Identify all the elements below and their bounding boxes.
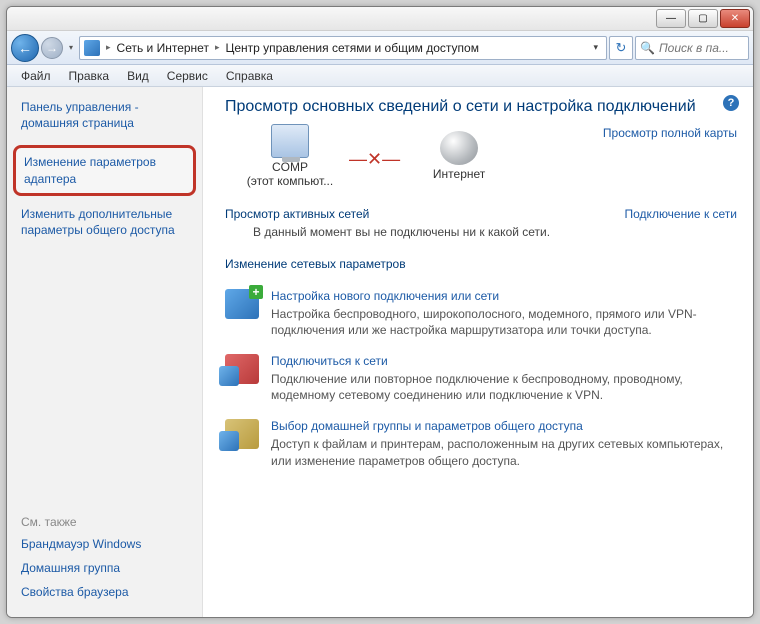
map-node-internet[interactable]: Интернет xyxy=(414,131,504,181)
refresh-button[interactable]: ↻ xyxy=(609,36,633,60)
breadcrumb-network[interactable]: Сеть и Интернет xyxy=(117,41,209,55)
see-also-browser-props[interactable]: Свойства браузера xyxy=(21,585,194,599)
page-title: Просмотр основных сведений о сети и наст… xyxy=(225,97,737,118)
option-homegroup[interactable]: Выбор домашней группы и параметров общег… xyxy=(225,419,737,468)
active-networks-label: Просмотр активных сетей xyxy=(225,207,369,221)
search-input[interactable] xyxy=(659,41,744,55)
back-button[interactable]: ← xyxy=(11,34,39,62)
titlebar: — ▢ ✕ xyxy=(7,7,753,31)
internet-icon xyxy=(440,131,478,165)
network-map-row: COMP (этот компьют... —✕— Интернет Просм… xyxy=(225,124,737,189)
map-connection-broken-icon: —✕— xyxy=(349,143,400,170)
chevron-right-icon[interactable]: ▸ xyxy=(213,42,222,53)
see-also-section: См. также Брандмауэр Windows Домашняя гр… xyxy=(21,507,194,609)
setup-new-connection-icon xyxy=(225,289,259,319)
chevron-right-icon[interactable]: ▸ xyxy=(104,42,113,53)
search-box[interactable]: 🔍 xyxy=(635,36,749,60)
sidebar: Панель управления - домашняя страница Из… xyxy=(7,87,203,617)
view-full-map-link[interactable]: Просмотр полной карты xyxy=(603,124,737,140)
control-panel-home-link[interactable]: Панель управления - домашняя страница xyxy=(21,99,194,131)
menu-service[interactable]: Сервис xyxy=(159,67,216,85)
breadcrumb-sharing-center[interactable]: Центр управления сетями и общим доступом xyxy=(225,41,479,55)
close-button[interactable]: ✕ xyxy=(720,9,750,28)
sidebar-link-advanced-sharing[interactable]: Изменить дополнительные параметры общего… xyxy=(21,206,194,238)
window: — ▢ ✕ ← → ▾ ▸ Сеть и Интернет ▸ Центр уп… xyxy=(6,6,754,618)
address-bar[interactable]: ▸ Сеть и Интернет ▸ Центр управления сет… xyxy=(79,36,607,60)
active-networks-body: В данный момент вы не подключены ни к ка… xyxy=(225,225,737,239)
search-icon: 🔍 xyxy=(640,41,655,55)
menu-view[interactable]: Вид xyxy=(119,67,157,85)
option-setup-new-desc: Настройка беспроводного, широкополосного… xyxy=(271,306,737,338)
control-panel-icon xyxy=(84,40,100,56)
sidebar-link-adapter-settings[interactable]: Изменение параметров адаптера xyxy=(13,145,196,195)
computer-icon xyxy=(271,124,309,158)
map-node-computer[interactable]: COMP (этот компьют... xyxy=(245,124,335,189)
minimize-button[interactable]: — xyxy=(656,9,686,28)
option-connect-title: Подключиться к сети xyxy=(271,354,737,368)
option-connect-desc: Подключение или повторное подключение к … xyxy=(271,371,737,403)
option-homegroup-desc: Доступ к файлам и принтерам, расположенн… xyxy=(271,436,737,468)
change-settings-header: Изменение сетевых параметров xyxy=(225,257,737,271)
option-homegroup-title: Выбор домашней группы и параметров общег… xyxy=(271,419,737,433)
option-setup-new-title: Настройка нового подключения или сети xyxy=(271,289,737,303)
map-node-computer-sub: (этот компьют... xyxy=(247,174,333,188)
see-also-header: См. также xyxy=(21,515,194,529)
menu-edit[interactable]: Правка xyxy=(61,67,118,85)
see-also-firewall[interactable]: Брандмауэр Windows xyxy=(21,537,194,551)
map-node-internet-name: Интернет xyxy=(433,167,485,181)
option-setup-new[interactable]: Настройка нового подключения или сети На… xyxy=(225,289,737,338)
address-dropdown-icon[interactable]: ▾ xyxy=(589,42,602,53)
homegroup-sharing-icon xyxy=(225,419,259,449)
connect-network-icon xyxy=(225,354,259,384)
active-networks-header: Просмотр активных сетей Подключение к се… xyxy=(225,207,737,221)
see-also-homegroup[interactable]: Домашняя группа xyxy=(21,561,194,575)
maximize-button[interactable]: ▢ xyxy=(688,9,718,28)
history-dropdown-icon[interactable]: ▾ xyxy=(65,43,77,52)
network-options: Настройка нового подключения или сети На… xyxy=(225,289,737,469)
main-content: ? Просмотр основных сведений о сети и на… xyxy=(203,87,753,617)
menu-file[interactable]: Файл xyxy=(13,67,59,85)
menu-bar: Файл Правка Вид Сервис Справка xyxy=(7,65,753,87)
navbar: ← → ▾ ▸ Сеть и Интернет ▸ Центр управлен… xyxy=(7,31,753,65)
body: Панель управления - домашняя страница Из… xyxy=(7,87,753,617)
forward-button[interactable]: → xyxy=(41,37,63,59)
connect-network-link[interactable]: Подключение к сети xyxy=(625,207,737,221)
map-node-computer-name: COMP xyxy=(272,160,308,174)
help-icon[interactable]: ? xyxy=(723,95,739,111)
option-connect[interactable]: Подключиться к сети Подключение или повт… xyxy=(225,354,737,403)
menu-help[interactable]: Справка xyxy=(218,67,281,85)
change-settings-label: Изменение сетевых параметров xyxy=(225,257,406,271)
